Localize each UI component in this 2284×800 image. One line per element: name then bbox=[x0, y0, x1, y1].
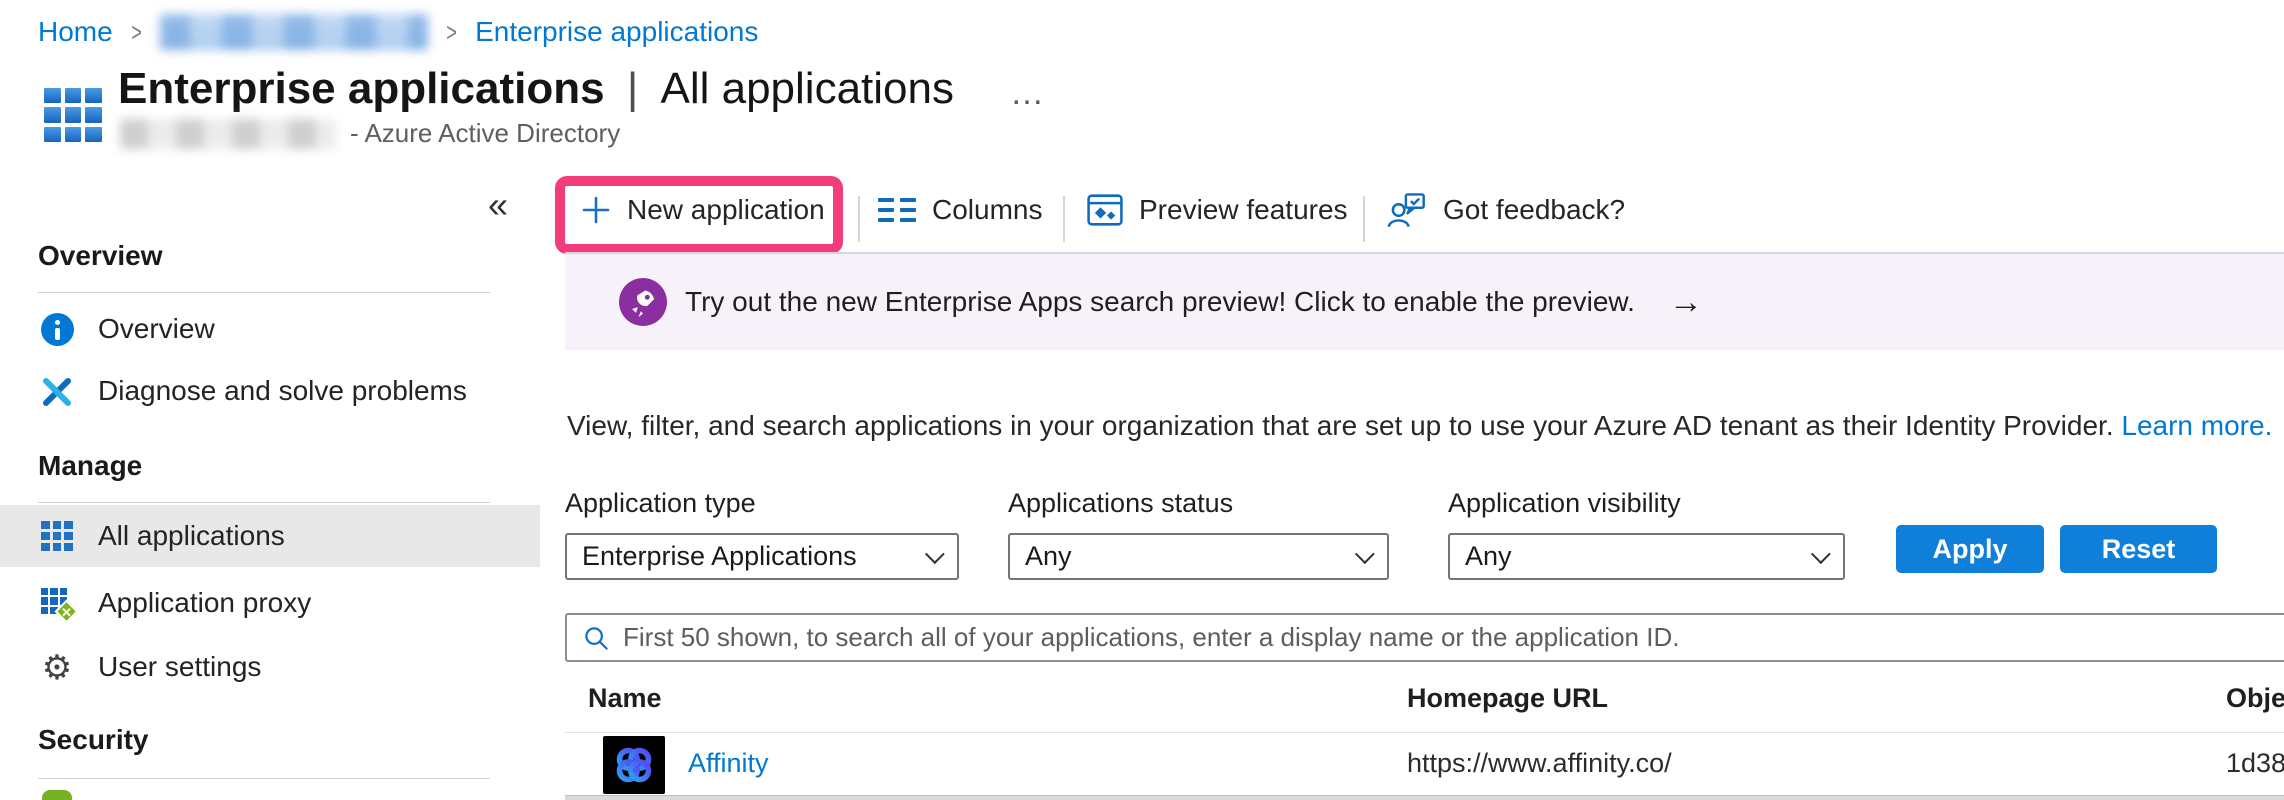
breadcrumb: Home > > Enterprise applications bbox=[38, 14, 758, 50]
page-subtitle: - Azure Active Directory bbox=[120, 118, 620, 149]
description-text: View, filter, and search applications in… bbox=[567, 410, 2114, 441]
toolbar-separator bbox=[1363, 196, 1365, 242]
subtitle-suffix: - Azure Active Directory bbox=[350, 118, 620, 149]
sidebar-section-overview: Overview bbox=[38, 240, 163, 272]
sidebar-item-overview[interactable]: Overview bbox=[0, 300, 540, 358]
app-object-id: 1d38 bbox=[2226, 748, 2284, 779]
application-type-dropdown[interactable]: Enterprise Applications bbox=[565, 533, 959, 580]
sidebar-item-all-applications[interactable]: All applications bbox=[0, 505, 540, 567]
got-feedback-button[interactable]: Got feedback? bbox=[1387, 184, 1625, 236]
application-type-label: Application type bbox=[565, 488, 959, 519]
apply-button[interactable]: Apply bbox=[1896, 525, 2044, 573]
sidebar-item-label: Application proxy bbox=[98, 587, 311, 619]
horizontal-scrollbar[interactable] bbox=[565, 795, 2284, 800]
application-type-value: Enterprise Applications bbox=[582, 541, 857, 572]
redacted-tenant-subtitle bbox=[120, 119, 336, 149]
app-name-link[interactable]: Affinity bbox=[688, 748, 769, 779]
got-feedback-label: Got feedback? bbox=[1443, 194, 1625, 226]
page-title-primary: Enterprise applications bbox=[118, 64, 605, 113]
columns-button[interactable]: Columns bbox=[878, 184, 1042, 236]
preview-features-button[interactable]: Preview features bbox=[1087, 184, 1348, 236]
page-description: View, filter, and search applications in… bbox=[567, 410, 2272, 442]
plus-icon bbox=[581, 195, 611, 225]
sidebar-divider bbox=[38, 502, 490, 503]
toolbar-separator bbox=[858, 196, 860, 242]
search-input[interactable] bbox=[623, 615, 2284, 660]
redacted-tenant-breadcrumb[interactable] bbox=[160, 14, 428, 50]
applications-status-dropdown[interactable]: Any bbox=[1008, 533, 1389, 580]
sidebar-section-security: Security bbox=[38, 724, 149, 756]
chevron-down-icon bbox=[1355, 544, 1375, 564]
info-icon bbox=[40, 313, 74, 345]
breadcrumb-current-link[interactable]: Enterprise applications bbox=[475, 16, 758, 48]
preview-features-icon bbox=[1087, 194, 1123, 226]
sidebar-item-label: User settings bbox=[98, 651, 261, 683]
rocket-icon bbox=[619, 278, 667, 326]
feedback-icon bbox=[1387, 192, 1427, 228]
enterprise-apps-grid-icon bbox=[44, 88, 102, 142]
filter-application-visibility: Application visibility Any bbox=[1448, 488, 1845, 580]
breadcrumb-separator: > bbox=[131, 17, 142, 48]
column-header-object-id[interactable]: Obje bbox=[2226, 683, 2284, 714]
column-header-name[interactable]: Name bbox=[588, 683, 662, 714]
column-header-homepage-url[interactable]: Homepage URL bbox=[1407, 683, 1608, 714]
page-title: Enterprise applications | All applicatio… bbox=[118, 64, 954, 114]
new-application-label: New application bbox=[627, 194, 825, 226]
application-visibility-value: Any bbox=[1465, 541, 1512, 572]
sidebar-divider bbox=[38, 778, 490, 779]
reset-button[interactable]: Reset bbox=[2060, 525, 2217, 573]
sidebar-item-label: Overview bbox=[98, 313, 215, 345]
search-icon bbox=[581, 623, 611, 653]
sidebar-collapse-icon[interactable]: « bbox=[488, 184, 508, 226]
application-proxy-icon bbox=[40, 587, 74, 619]
breadcrumb-separator: > bbox=[446, 17, 457, 48]
page-title-separator: | bbox=[627, 64, 638, 113]
sidebar-item-diagnose[interactable]: Diagnose and solve problems bbox=[0, 362, 540, 420]
columns-icon bbox=[878, 196, 916, 224]
sidebar-item-application-proxy[interactable]: Application proxy bbox=[0, 574, 540, 632]
applications-status-value: Any bbox=[1025, 541, 1072, 572]
gear-icon: ⚙ bbox=[40, 651, 74, 683]
table-header-divider bbox=[565, 732, 2284, 733]
arrow-right-icon: → bbox=[1669, 283, 1703, 322]
applications-status-label: Applications status bbox=[1008, 488, 1389, 519]
application-visibility-dropdown[interactable]: Any bbox=[1448, 533, 1845, 580]
application-visibility-label: Application visibility bbox=[1448, 488, 1845, 519]
filter-applications-status: Applications status Any bbox=[1008, 488, 1389, 580]
application-search-box bbox=[565, 613, 2284, 662]
app-homepage-url: https://www.affinity.co/ bbox=[1407, 748, 1672, 779]
sidebar-item-label: All applications bbox=[98, 520, 285, 552]
breadcrumb-home-link[interactable]: Home bbox=[38, 16, 113, 48]
sidebar-section-manage: Manage bbox=[38, 450, 142, 482]
page-title-secondary: All applications bbox=[660, 64, 954, 113]
learn-more-link[interactable]: Learn more. bbox=[2121, 410, 2272, 441]
tools-icon bbox=[40, 375, 74, 407]
columns-label: Columns bbox=[932, 194, 1042, 226]
chevron-down-icon bbox=[925, 544, 945, 564]
command-bar: New application Columns bbox=[565, 170, 2284, 250]
banner-text: Try out the new Enterprise Apps search p… bbox=[685, 286, 1635, 318]
preview-banner[interactable]: Try out the new Enterprise Apps search p… bbox=[565, 252, 2284, 350]
grid-icon bbox=[40, 520, 74, 552]
main-content: New application Columns bbox=[565, 170, 2284, 800]
sidebar-item-user-settings[interactable]: ⚙ User settings bbox=[0, 638, 540, 696]
sidebar-item-label: Diagnose and solve problems bbox=[98, 375, 467, 407]
filter-application-type: Application type Enterprise Applications bbox=[565, 488, 959, 580]
sidebar: « Overview Overview Diagnose and solve p… bbox=[0, 170, 540, 800]
sidebar-divider bbox=[38, 292, 490, 293]
more-actions-ellipsis-icon[interactable]: … bbox=[1010, 74, 1047, 113]
affinity-app-logo[interactable] bbox=[603, 736, 665, 794]
enterprise-applications-page: Home > > Enterprise applications Enterpr… bbox=[0, 0, 2284, 800]
preview-features-label: Preview features bbox=[1139, 194, 1348, 226]
toolbar-separator bbox=[1063, 196, 1065, 242]
security-item-icon-partial bbox=[42, 790, 72, 800]
chevron-down-icon bbox=[1811, 544, 1831, 564]
new-application-button[interactable]: New application bbox=[581, 184, 825, 236]
